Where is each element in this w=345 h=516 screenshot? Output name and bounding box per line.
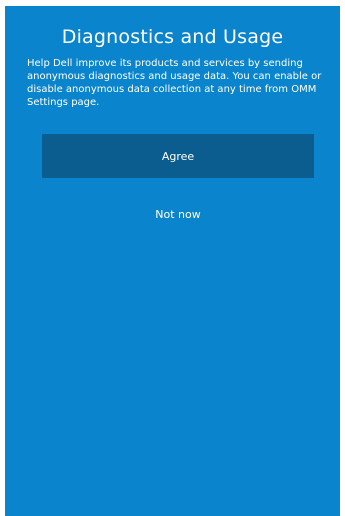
diagnostics-dialog: Diagnostics and Usage Help Dell improve … — [5, 6, 340, 516]
agree-button[interactable]: Agree — [42, 134, 314, 178]
not-now-button[interactable]: Not now — [113, 202, 243, 226]
dialog-description: Help Dell improve its products and servi… — [27, 58, 322, 108]
dialog-title: Diagnostics and Usage — [61, 26, 284, 48]
